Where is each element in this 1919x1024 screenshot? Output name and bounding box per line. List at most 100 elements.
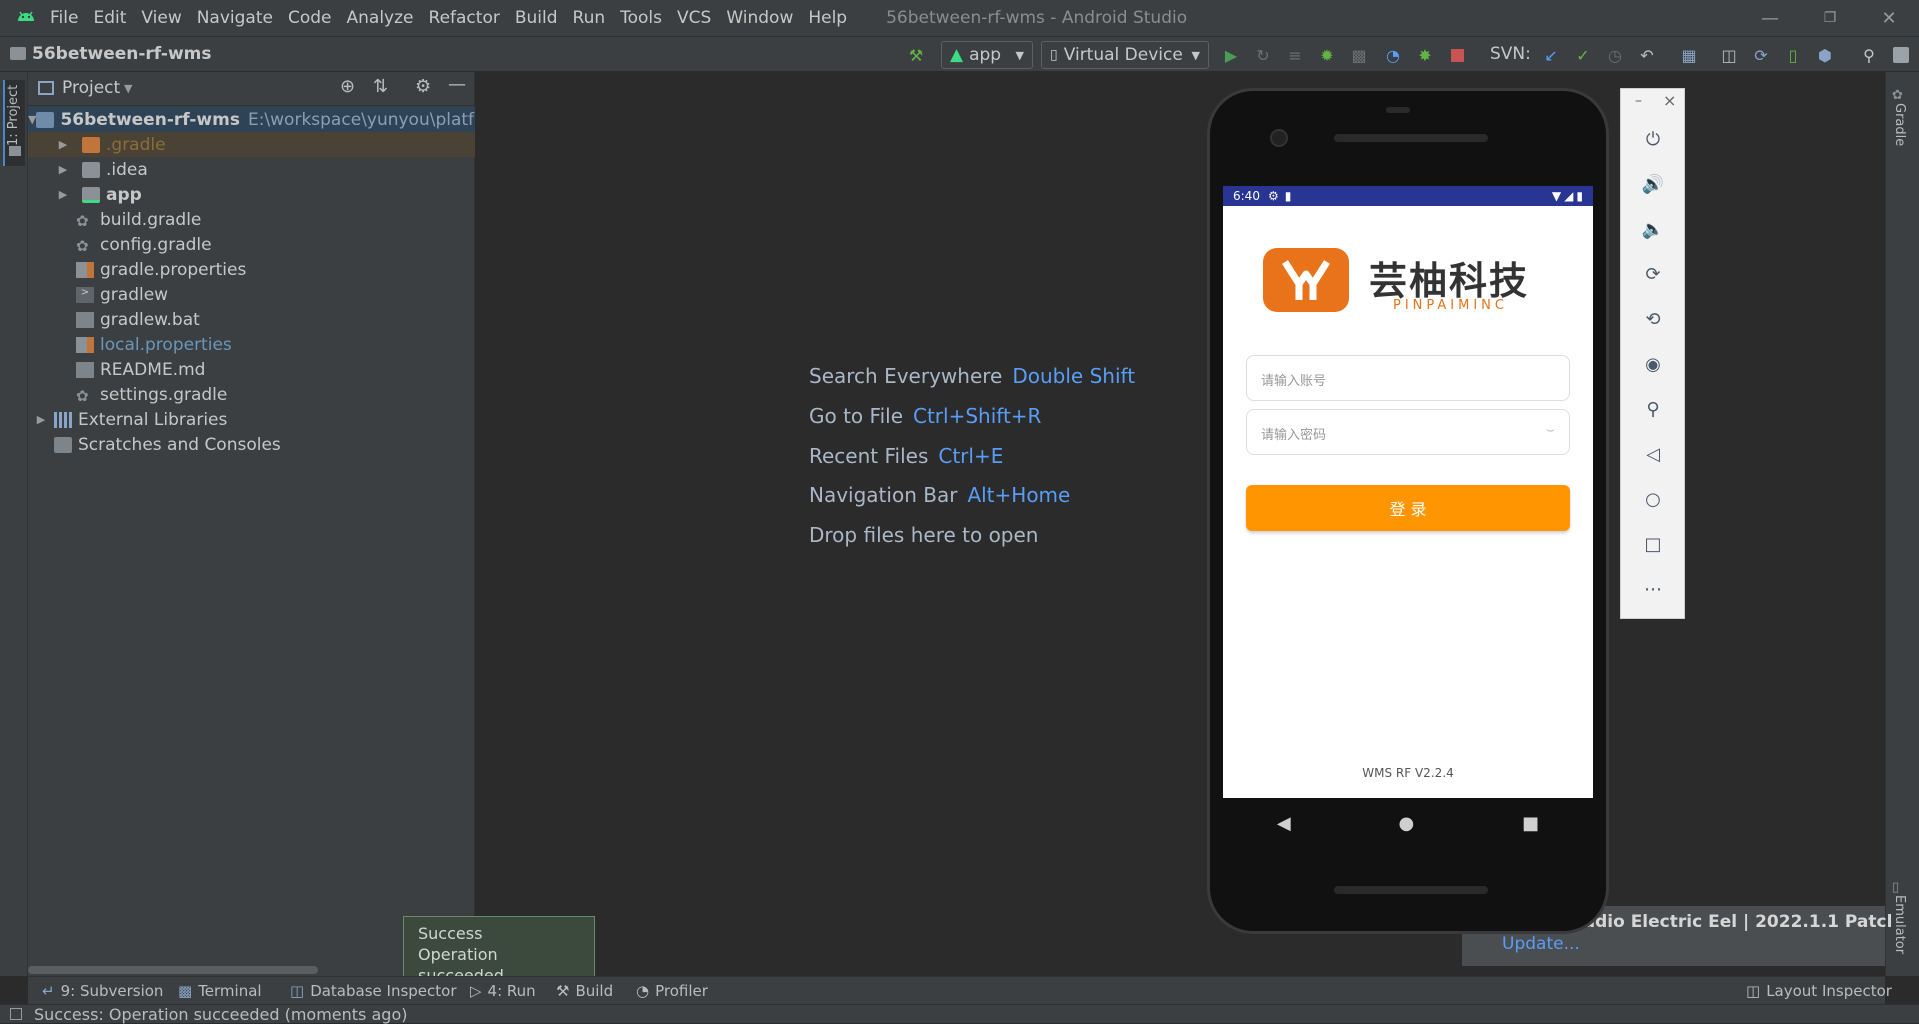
project-view-selector[interactable]: Project — [62, 78, 120, 98]
tab-build[interactable]: ⚒ Build — [556, 982, 613, 1000]
tree-item-idea[interactable]: ▶ .idea — [28, 157, 475, 182]
back-icon[interactable]: ◀ — [1277, 813, 1291, 834]
tab-project[interactable]: 1: Project — [3, 80, 25, 166]
collapse-all-icon[interactable]: ⇅ — [373, 76, 388, 97]
device-dropdown[interactable]: ▯ Virtual Device ▼ — [1041, 41, 1209, 69]
menu-build[interactable]: Build — [515, 8, 558, 28]
volume-down-icon[interactable]: 🔈 — [1641, 217, 1665, 241]
search-icon[interactable]: ⚲ — [1858, 44, 1880, 66]
attach-debugger-icon[interactable]: ✸ — [1414, 44, 1436, 66]
more-icon[interactable]: ⋯ — [1641, 577, 1665, 601]
tree-item-gradle-dir[interactable]: ▶ .gradle — [28, 132, 475, 157]
restore-button[interactable]: ❐ — [1800, 0, 1860, 36]
svn-commit-icon[interactable]: ✓ — [1572, 44, 1594, 66]
breadcrumb[interactable]: 56between-rf-wms — [10, 44, 211, 64]
tab-layout-inspector[interactable]: ◫ Layout Inspector — [1746, 982, 1892, 1000]
tab-subversion[interactable]: ↵ 9: Subversion — [42, 982, 163, 1000]
tab-run[interactable]: ▷ 4: Run — [470, 982, 536, 1000]
tree-item-gradlew[interactable]: > gradlew — [28, 282, 475, 307]
horizontal-scrollbar[interactable] — [28, 966, 318, 974]
chevron-right-icon[interactable]: ▶ — [56, 188, 70, 201]
update-link[interactable]: Update... — [1502, 934, 1580, 954]
svn-history-icon[interactable]: ◷ — [1604, 44, 1626, 66]
menu-refactor[interactable]: Refactor — [429, 8, 500, 28]
menu-window[interactable]: Window — [726, 8, 793, 28]
menu-view[interactable]: View — [141, 8, 181, 28]
success-balloon[interactable]: Success Operation succeeded — [403, 916, 595, 985]
rerun-icon[interactable]: ↻ — [1252, 44, 1274, 66]
screenshot-icon[interactable]: ◉ — [1641, 352, 1665, 376]
avatar[interactable] — [1890, 44, 1912, 66]
stop-icon[interactable] — [1446, 44, 1468, 66]
sync-gradle-icon[interactable]: ⟳ — [1750, 44, 1772, 66]
coverage-icon[interactable]: ▩ — [1348, 44, 1370, 66]
overview-icon[interactable]: □ — [1641, 532, 1665, 556]
menu-tools[interactable]: Tools — [620, 8, 662, 28]
status-message[interactable]: Success: Operation succeeded (moments ag… — [34, 1005, 407, 1024]
back-icon[interactable]: ◁ — [1641, 442, 1665, 466]
minimize-button[interactable]: — — [1740, 0, 1800, 36]
tree-item-app[interactable]: ▶ app — [28, 182, 475, 207]
rotate-left-icon[interactable]: ⟳ — [1641, 262, 1665, 286]
volume-up-icon[interactable]: 🔊 — [1641, 172, 1665, 196]
home-icon[interactable]: ● — [1399, 813, 1415, 834]
menu-code[interactable]: Code — [288, 8, 332, 28]
tree-item-settings-gradle[interactable]: ✿ settings.gradle — [28, 382, 475, 407]
menu-help[interactable]: Help — [808, 8, 847, 28]
chevron-down-icon[interactable]: ▼ — [28, 113, 36, 126]
toggle-tool-windows-icon[interactable] — [10, 1008, 22, 1020]
menu-file[interactable]: File — [50, 8, 78, 28]
device-manager-icon[interactable]: ▯ — [1782, 44, 1804, 66]
profile-icon[interactable]: ◔ — [1382, 44, 1404, 66]
power-icon[interactable]: ⏻ — [1641, 127, 1665, 151]
avd-manager-icon[interactable]: ◫ — [1718, 44, 1740, 66]
chevron-right-icon[interactable]: ▶ — [34, 413, 48, 426]
zoom-icon[interactable]: ⚲ — [1641, 397, 1665, 421]
menu-edit[interactable]: Edit — [93, 8, 126, 28]
tree-item-build-gradle[interactable]: ✿ build.gradle — [28, 207, 475, 232]
menu-vcs[interactable]: VCS — [677, 8, 711, 28]
eye-closed-icon[interactable]: ⌣ — [1546, 422, 1555, 438]
emulator-minimize-button[interactable]: – — [1635, 93, 1642, 109]
rotate-right-icon[interactable]: ⟲ — [1641, 307, 1665, 331]
run-config-dropdown[interactable]: ▲ app ▼ — [941, 41, 1033, 69]
tree-item-external-libraries[interactable]: ▶ External Libraries — [28, 407, 475, 432]
tree-item-readme[interactable]: README.md — [28, 357, 475, 382]
menu-analyze[interactable]: Analyze — [347, 8, 414, 28]
recents-icon[interactable]: ■ — [1522, 813, 1539, 834]
debug-icon[interactable]: ✹ — [1316, 44, 1338, 66]
chevron-down-icon[interactable]: ▼ — [124, 82, 132, 95]
chevron-right-icon[interactable]: ▶ — [56, 138, 70, 151]
login-button[interactable]: 登 录 — [1246, 485, 1570, 531]
svn-revert-icon[interactable]: ↶ — [1636, 44, 1658, 66]
chevron-right-icon[interactable]: ▶ — [56, 163, 70, 176]
tree-item-gradlew-bat[interactable]: gradlew.bat — [28, 307, 475, 332]
tree-item-gradle-properties[interactable]: gradle.properties — [28, 257, 475, 282]
sdk-manager-icon[interactable]: ⬢ — [1814, 44, 1836, 66]
emulator-close-button[interactable]: × — [1663, 91, 1676, 110]
gear-icon[interactable]: ⚙ — [415, 76, 431, 97]
tab-emulator[interactable]: ▯ Emulator — [1892, 876, 1907, 965]
tab-profiler[interactable]: ◔ Profiler — [636, 982, 708, 1000]
apply-changes-icon[interactable]: ≡ — [1284, 44, 1306, 66]
tree-item-root[interactable]: ▼ 56between-rf-wms E:\workspace\yunyou\p… — [28, 107, 508, 132]
tree-item-config-gradle[interactable]: ✿ config.gradle — [28, 232, 475, 257]
device-screen[interactable]: 6:40 ⚙ ▮ ▼ ◢ ▮ 芸柚科技 PINPAIMINC 请输入账号 请输入… — [1223, 186, 1593, 798]
tree-item-scratches[interactable]: Scratches and Consoles — [28, 432, 475, 457]
tab-gradle[interactable]: ✿ Gradle — [1892, 84, 1907, 163]
make-project-icon[interactable]: ⚒ — [905, 44, 927, 66]
locate-icon[interactable]: ⊕ — [340, 76, 355, 97]
home-icon[interactable]: ○ — [1641, 487, 1665, 511]
run-icon[interactable]: ▶ — [1220, 44, 1242, 66]
close-button[interactable]: ✕ — [1859, 0, 1919, 36]
tab-database-inspector[interactable]: ◫ Database Inspector — [290, 982, 457, 1000]
password-input[interactable]: 请输入密码 ⌣ — [1246, 409, 1570, 455]
project-structure-icon[interactable]: ▦ — [1678, 44, 1700, 66]
account-input[interactable]: 请输入账号 — [1246, 355, 1570, 401]
tab-terminal[interactable]: ▩ Terminal — [178, 982, 262, 1000]
tree-item-local-properties[interactable]: local.properties — [28, 332, 475, 357]
hide-panel-icon[interactable]: — — [448, 74, 466, 95]
svn-update-icon[interactable]: ↙ — [1540, 44, 1562, 66]
menu-navigate[interactable]: Navigate — [197, 8, 273, 28]
menu-run[interactable]: Run — [573, 8, 606, 28]
